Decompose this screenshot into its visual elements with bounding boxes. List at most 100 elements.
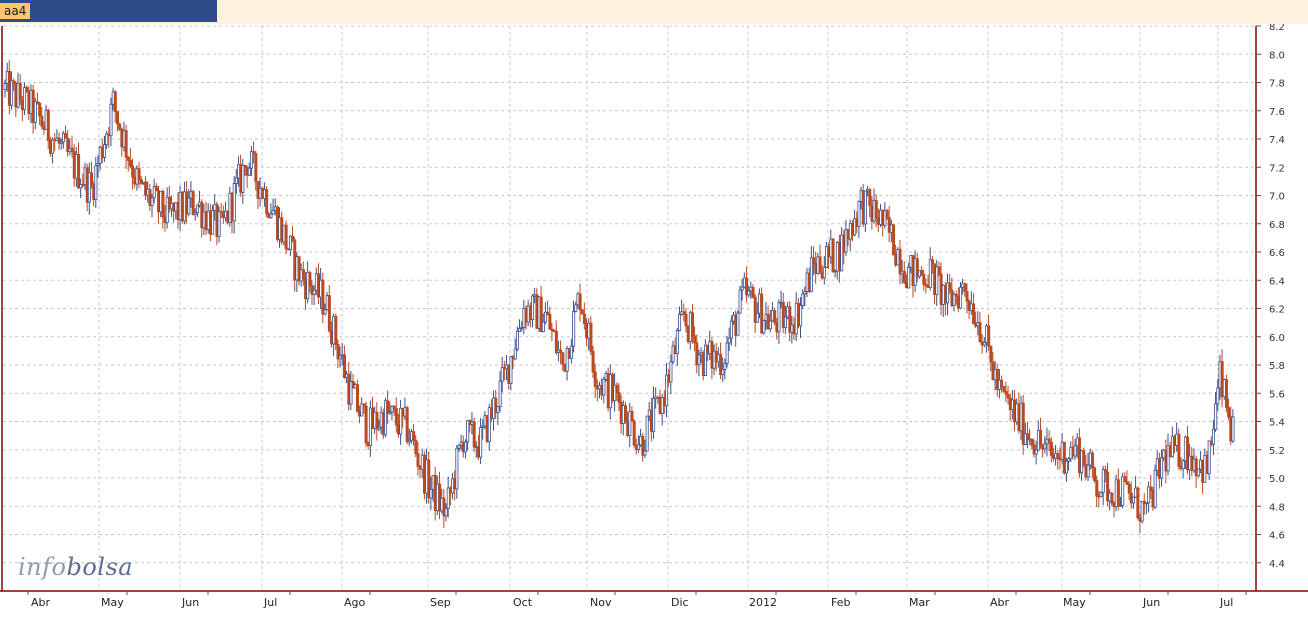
candle-body xyxy=(1073,445,1077,457)
candle-body xyxy=(892,224,896,256)
candle-body xyxy=(444,507,448,517)
candle-body xyxy=(455,447,459,490)
x-month-label: Jun xyxy=(181,596,199,609)
x-month-label: May xyxy=(101,596,124,609)
candle-body xyxy=(321,279,325,315)
candle-body xyxy=(768,320,772,330)
candle-body xyxy=(1082,450,1086,466)
y-tick-label: 4.4 xyxy=(1269,559,1285,570)
candle-body xyxy=(241,164,245,193)
candle-body xyxy=(131,165,135,178)
candle-body xyxy=(1049,441,1053,456)
candle-body xyxy=(593,371,597,387)
candle-body xyxy=(561,352,565,365)
candle-body xyxy=(90,172,94,186)
candle-body xyxy=(773,310,777,323)
candle-body xyxy=(1127,483,1131,494)
chart-background xyxy=(0,24,1308,613)
candle-body xyxy=(284,224,288,250)
x-month-label: 2012 xyxy=(749,596,777,609)
candle-body xyxy=(1056,453,1060,460)
candle-body xyxy=(1093,467,1097,481)
candle-body xyxy=(669,361,673,383)
x-month-label: May xyxy=(1063,596,1086,609)
candle-body xyxy=(1030,438,1034,446)
candle-body xyxy=(217,211,221,238)
candle-body xyxy=(727,337,731,344)
candle-body xyxy=(1043,443,1047,450)
candle-body xyxy=(291,235,295,241)
candle-body xyxy=(40,115,44,127)
candle-body xyxy=(1149,486,1153,492)
x-month-label: Oct xyxy=(513,596,533,609)
candle-body xyxy=(308,272,312,287)
candle-body xyxy=(118,123,122,130)
candle-body xyxy=(684,313,688,327)
candle-body xyxy=(500,367,504,382)
candle-body xyxy=(589,322,593,352)
candle-body xyxy=(812,257,816,265)
candle-body xyxy=(128,160,132,167)
candle-body xyxy=(693,335,697,344)
y-tick-label: 5.6 xyxy=(1269,389,1285,400)
x-month-label: Jun xyxy=(1142,596,1160,609)
candle-body xyxy=(799,305,803,327)
candle-body xyxy=(1099,492,1103,497)
candle-body xyxy=(1136,487,1140,519)
y-tick-label: 4.6 xyxy=(1269,531,1285,542)
candle-body xyxy=(678,314,682,332)
candle-body xyxy=(386,400,390,414)
chart-frame: 4.4 4.6 4.8 5.0 5.2 5.4 5.6 5.8 6.0 6.2 6.4 6.6 6.8 7… xyxy=(0,22,1308,613)
candle-body xyxy=(265,189,269,215)
candle-body xyxy=(1039,429,1043,446)
candle-body xyxy=(414,439,418,454)
y-tick-label: 6.0 xyxy=(1269,333,1285,344)
x-month-label: Jul xyxy=(263,596,277,609)
candle-body xyxy=(697,354,701,366)
candle-body xyxy=(355,384,359,412)
candle-body xyxy=(963,283,967,292)
candle-body xyxy=(126,156,130,161)
candle-body xyxy=(334,315,338,345)
candle-body xyxy=(191,191,195,215)
infobolsa-logo: infobolsa xyxy=(18,553,133,581)
chart-tab[interactable]: aa4 xyxy=(0,0,217,22)
y-tick-label: 5.0 xyxy=(1269,474,1285,485)
candle-body xyxy=(412,431,416,441)
candle-body xyxy=(10,80,14,106)
candle-body xyxy=(885,210,889,219)
candle-body xyxy=(1026,433,1030,440)
candle-body xyxy=(937,266,941,275)
candle-body xyxy=(831,238,835,273)
candle-body xyxy=(723,362,727,370)
candle-body xyxy=(513,348,517,360)
x-month-label: Dic xyxy=(671,596,689,609)
y-tick-label: 7.0 xyxy=(1269,192,1285,203)
candle-body xyxy=(578,293,582,311)
candle-body xyxy=(1212,428,1216,445)
x-month-label: Abr xyxy=(990,596,1010,609)
candle-body xyxy=(1224,379,1228,408)
candle-body xyxy=(874,200,878,219)
candle-body xyxy=(738,289,742,314)
candle-body xyxy=(740,286,744,291)
candle-body xyxy=(1047,438,1051,443)
candle-body xyxy=(930,259,934,265)
candle-body xyxy=(1065,460,1069,474)
candle-body xyxy=(394,408,398,426)
x-month-label: Feb xyxy=(831,596,850,609)
candle-body xyxy=(247,167,251,176)
candle-body xyxy=(77,153,81,189)
candle-body xyxy=(1181,460,1185,469)
candle-body xyxy=(1140,500,1144,522)
candle-body xyxy=(161,190,165,218)
candle-body xyxy=(338,355,342,360)
candle-body xyxy=(978,322,982,343)
candle-body xyxy=(818,256,822,272)
candle-body xyxy=(1090,452,1094,469)
candle-body xyxy=(747,290,751,296)
candle-body xyxy=(137,168,141,180)
candle-body xyxy=(574,304,578,312)
candle-body xyxy=(312,289,316,295)
candle-body xyxy=(1086,464,1090,478)
